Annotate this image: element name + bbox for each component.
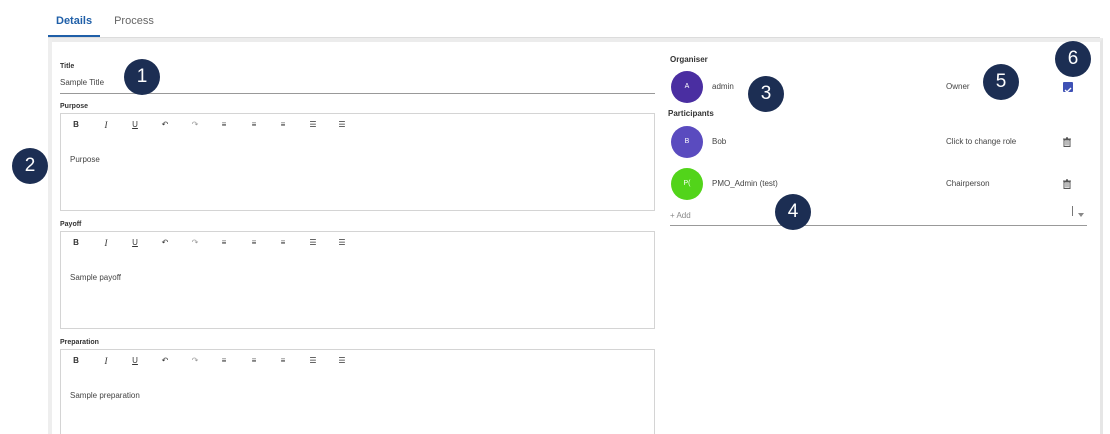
panel-shadow [48, 38, 52, 434]
preparation-toolbar: B I U ↶ ↷ ≡ ≡ ≡ ☰ ☰ [61, 350, 654, 374]
participants-heading: Participants [668, 109, 714, 118]
undo-icon[interactable]: ↶ [158, 238, 172, 250]
add-participant-input[interactable]: + Add [670, 208, 1087, 226]
ordered-list-icon[interactable]: ☰ [306, 356, 320, 368]
underline-button[interactable]: U [128, 120, 142, 132]
underline-button[interactable]: U [128, 356, 142, 368]
purpose-text: Purpose [70, 155, 100, 164]
participant-role-select[interactable]: Chairperson [946, 179, 990, 188]
trash-icon[interactable] [1062, 137, 1072, 147]
bold-button[interactable]: B [69, 356, 83, 368]
purpose-editor[interactable]: B I U ↶ ↷ ≡ ≡ ≡ ☰ ☰ Purpose [60, 113, 655, 211]
preparation-label: Preparation [60, 339, 99, 346]
organiser-name: admin [712, 82, 734, 91]
align-center-icon[interactable]: ≡ [247, 120, 261, 132]
align-left-icon[interactable]: ≡ [217, 356, 231, 368]
callout-3: 3 [748, 76, 784, 112]
meeting-details-page: Details Process Title Sample Title Purpo… [0, 0, 1110, 434]
avatar: P( [671, 168, 703, 200]
bullet-list-icon[interactable]: ☰ [335, 238, 349, 250]
bullet-list-icon[interactable]: ☰ [335, 120, 349, 132]
italic-button[interactable]: I [99, 120, 113, 132]
purpose-toolbar: B I U ↶ ↷ ≡ ≡ ≡ ☰ ☰ [61, 114, 654, 138]
avatar: B [671, 126, 703, 158]
payoff-editor[interactable]: B I U ↶ ↷ ≡ ≡ ≡ ☰ ☰ Sample payoff [60, 231, 655, 329]
callout-1: 1 [124, 59, 160, 95]
bold-button[interactable]: B [69, 120, 83, 132]
purpose-label: Purpose [60, 103, 89, 110]
preparation-editor[interactable]: B I U ↶ ↷ ≡ ≡ ≡ ☰ ☰ Sample preparation [60, 349, 655, 434]
callout-2: 2 [12, 148, 48, 184]
tab-bar: Details Process [48, 0, 168, 37]
align-center-icon[interactable]: ≡ [247, 238, 261, 250]
organiser-role: Owner [946, 82, 970, 91]
undo-icon[interactable]: ↶ [158, 356, 172, 368]
check-icon [1064, 87, 1072, 93]
align-right-icon[interactable]: ≡ [276, 356, 290, 368]
undo-icon[interactable]: ↶ [158, 120, 172, 132]
callout-4: 4 [775, 194, 811, 230]
payoff-text: Sample payoff [70, 273, 121, 282]
ordered-list-icon[interactable]: ☰ [306, 238, 320, 250]
align-left-icon[interactable]: ≡ [217, 120, 231, 132]
payoff-label: Payoff [60, 221, 82, 228]
align-right-icon[interactable]: ≡ [276, 120, 290, 132]
tab-details[interactable]: Details [48, 0, 101, 37]
callout-5: 5 [983, 64, 1019, 100]
redo-icon[interactable]: ↷ [188, 120, 202, 132]
organiser-heading: Organiser [670, 55, 708, 64]
trash-icon[interactable] [1062, 179, 1072, 189]
chevron-down-icon[interactable] [1078, 213, 1084, 217]
underline-button[interactable]: U [128, 238, 142, 250]
align-right-icon[interactable]: ≡ [276, 238, 290, 250]
callout-6: 6 [1055, 41, 1091, 77]
italic-button[interactable]: I [99, 238, 113, 250]
italic-button[interactable]: I [99, 356, 113, 368]
participant-name: Bob [712, 137, 727, 146]
payoff-toolbar: B I U ↶ ↷ ≡ ≡ ≡ ☰ ☰ [61, 232, 654, 256]
owner-checkbox[interactable] [1063, 82, 1073, 93]
bold-button[interactable]: B [69, 238, 83, 250]
avatar: A [671, 71, 703, 103]
ordered-list-icon[interactable]: ☰ [306, 120, 320, 132]
participant-name: PMO_Admin (test) [712, 179, 778, 188]
text-cursor [1072, 206, 1073, 216]
tab-process[interactable]: Process [106, 0, 162, 37]
redo-icon[interactable]: ↷ [188, 238, 202, 250]
title-label: Title [60, 63, 75, 70]
preparation-text: Sample preparation [70, 391, 140, 400]
align-center-icon[interactable]: ≡ [247, 356, 261, 368]
participant-role-select[interactable]: Click to change role [946, 137, 1016, 146]
redo-icon[interactable]: ↷ [188, 356, 202, 368]
bullet-list-icon[interactable]: ☰ [335, 356, 349, 368]
align-left-icon[interactable]: ≡ [217, 238, 231, 250]
